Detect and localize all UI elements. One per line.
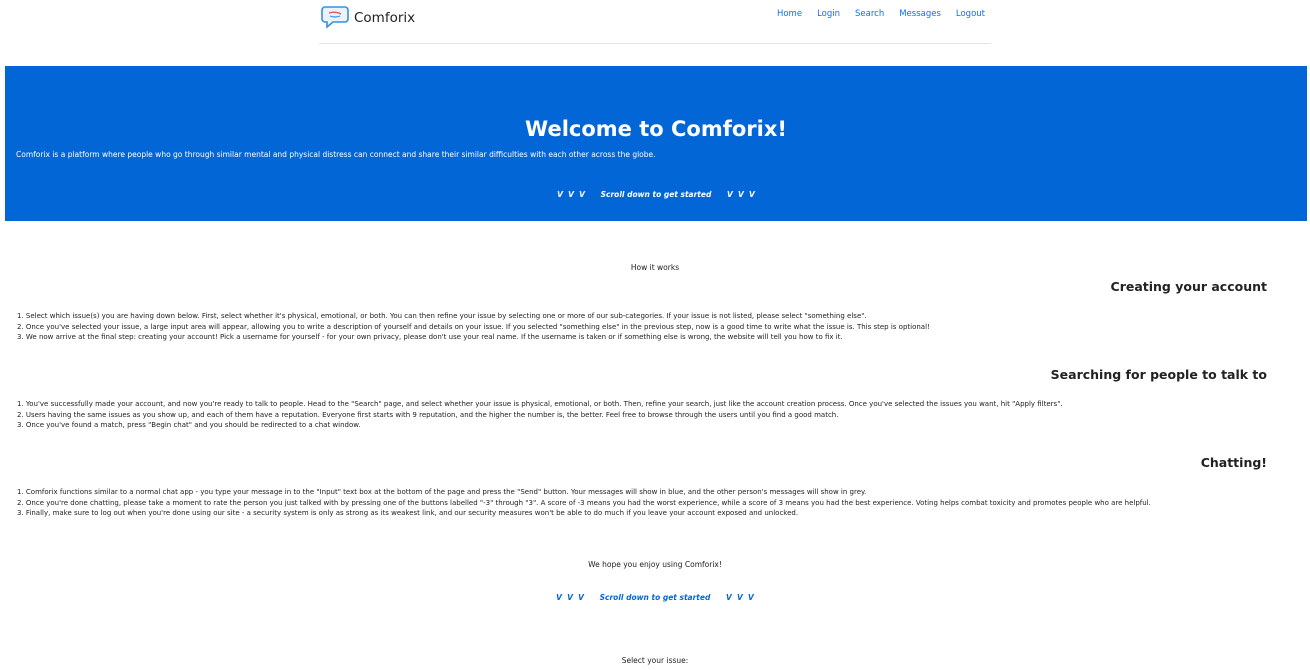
select-issue-heading: Select your issue: [621, 656, 689, 665]
steps-chatting: 1. Comforix functions similar to a norma… [17, 487, 1272, 519]
steps-creating-account: 1. Select which issue(s) you are having … [17, 311, 1272, 343]
nav-link-logout[interactable]: Logout [956, 9, 985, 19]
list-item: 1. Comforix functions similar to a norma… [17, 488, 867, 496]
list-item: 2. Once you've selected your issue, a la… [17, 322, 930, 331]
list-item: 1. You've successfully made your account… [17, 400, 1063, 408]
steps-searching: 1. You've successfully made your account… [17, 399, 1272, 431]
list-item: 2. Users having the same issues as you s… [17, 410, 839, 419]
nav-link-home[interactable]: Home [777, 9, 802, 19]
how-it-works-heading: How it works [630, 263, 680, 272]
chat-bubble-logo-icon [321, 4, 351, 30]
section-title-searching: Searching for people to talk to [1050, 367, 1267, 382]
list-item: 3. Finally, make sure to log out when yo… [17, 509, 799, 517]
content-scroll-hint[interactable]: V V V Scroll down to get started V V V [0, 593, 1310, 602]
nav-link-login[interactable]: Login [817, 9, 840, 19]
list-item: 3. Once you've found a match, press "Beg… [17, 421, 361, 429]
list-item: 3. We now arrive at the final step: crea… [17, 333, 843, 341]
list-item: 2. Once you're done chatting, please tak… [17, 498, 1151, 507]
closing-message: We hope you enjoy using Comforix! [588, 560, 722, 569]
section-title-creating-account: Creating your account [1110, 279, 1267, 294]
navbar: Comforix Home Login Search Messages Logo… [319, 0, 991, 44]
nav-links: Home Login Search Messages Logout [777, 9, 985, 19]
nav-link-messages[interactable]: Messages [899, 9, 941, 19]
brand[interactable]: Comforix [321, 4, 415, 30]
nav-link-search[interactable]: Search [855, 9, 884, 19]
hero-title: Welcome to Comforix! [525, 117, 787, 141]
hero-scroll-hint[interactable]: V V V Scroll down to get started V V V [5, 190, 1307, 199]
list-item: 1. Select which issue(s) you are having … [17, 312, 867, 320]
brand-name: Comforix [354, 10, 416, 26]
section-title-chatting: Chatting! [1200, 455, 1267, 470]
hero-description: Comforix is a platform where people who … [16, 150, 656, 159]
hero-banner: Welcome to Comforix! Comforix is a platf… [5, 66, 1307, 221]
